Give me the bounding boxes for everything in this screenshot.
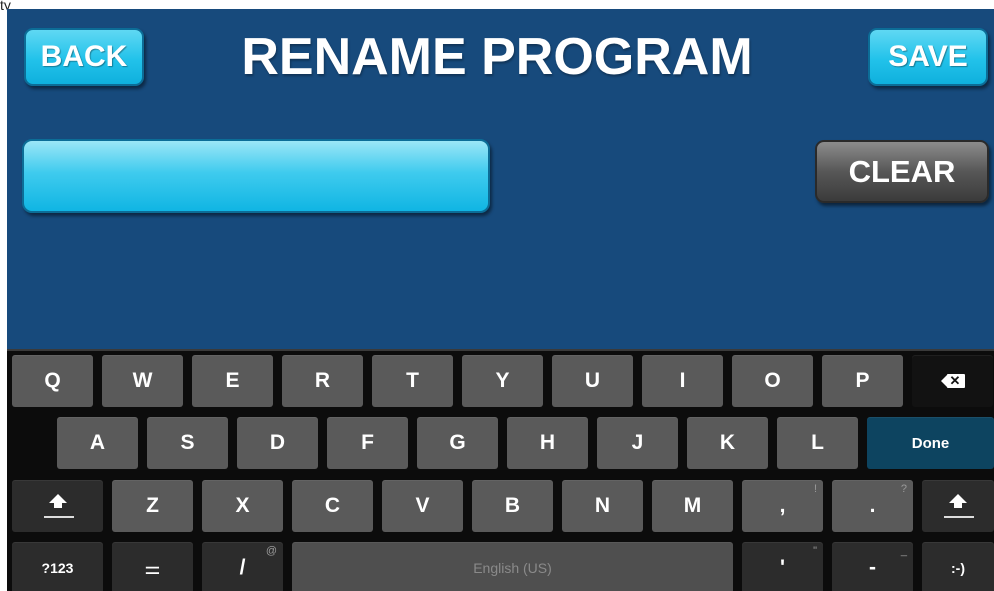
key-x[interactable]: X	[202, 480, 283, 532]
key-g[interactable]: G	[417, 417, 498, 469]
key-y[interactable]: Y	[462, 355, 543, 407]
key-t[interactable]: T	[372, 355, 453, 407]
key-r[interactable]: R	[282, 355, 363, 407]
symbols-key[interactable]: ?123	[12, 542, 103, 591]
clear-button[interactable]: CLEAR	[815, 140, 989, 203]
slash-hint: @	[265, 545, 277, 557]
key-d[interactable]: D	[237, 417, 318, 469]
period-label: .	[869, 494, 876, 517]
backspace-key[interactable]: ✕	[912, 355, 993, 407]
space-key[interactable]: English (US)	[292, 542, 733, 591]
period-hint: ?	[900, 483, 907, 495]
key-h[interactable]: H	[507, 417, 588, 469]
key-p[interactable]: P	[822, 355, 903, 407]
shift-icon	[43, 492, 74, 520]
key-e[interactable]: E	[192, 355, 273, 407]
key-w[interactable]: W	[102, 355, 183, 407]
key-s[interactable]: S	[147, 417, 228, 469]
smiley-key[interactable]: :-)	[922, 542, 994, 591]
comma-hint: !	[813, 483, 817, 495]
key-q[interactable]: Q	[12, 355, 93, 407]
page-title: RENAME PROGRAM	[241, 28, 753, 86]
shift-key-left[interactable]	[12, 480, 103, 532]
save-button[interactable]: SAVE	[868, 28, 988, 86]
key-i[interactable]: I	[642, 355, 723, 407]
key-l[interactable]: L	[777, 417, 858, 469]
shift-icon	[944, 492, 974, 520]
key-v[interactable]: V	[382, 480, 463, 532]
program-name-input[interactable]	[22, 139, 490, 213]
shift-key-right[interactable]	[922, 480, 994, 532]
backspace-icon: ✕	[940, 373, 965, 388]
key-period[interactable]: . ?	[832, 480, 913, 532]
key-j[interactable]: J	[597, 417, 678, 469]
key-slash[interactable]: / @	[202, 542, 283, 591]
slash-label: /	[239, 556, 246, 579]
dash-hint: _	[900, 545, 907, 557]
comma-label: ,	[779, 494, 786, 517]
key-u[interactable]: U	[552, 355, 633, 407]
key-b[interactable]: B	[472, 480, 553, 532]
done-key[interactable]: Done	[867, 417, 994, 469]
apostrophe-hint: "	[813, 545, 817, 557]
key-f[interactable]: F	[327, 417, 408, 469]
key-o[interactable]: O	[732, 355, 813, 407]
rename-program-screen: BACK RENAME PROGRAM SAVE CLEAR Q W E R T…	[7, 9, 994, 591]
back-button[interactable]: BACK	[24, 28, 144, 86]
key-a[interactable]: A	[57, 417, 138, 469]
key-k[interactable]: K	[687, 417, 768, 469]
key-apostrophe[interactable]: ' "	[742, 542, 823, 591]
key-comma[interactable]: , !	[742, 480, 823, 532]
onscreen-keyboard: Q W E R T Y U I O P ✕ A S D F G H J K L …	[7, 349, 994, 591]
dash-label: -	[869, 556, 876, 579]
settings-key[interactable]: ⚌	[112, 542, 193, 591]
settings-icon: ⚌	[144, 557, 161, 578]
key-z[interactable]: Z	[112, 480, 193, 532]
apostrophe-label: '	[780, 556, 785, 579]
key-dash[interactable]: - _	[832, 542, 913, 591]
key-m[interactable]: M	[652, 480, 733, 532]
key-c[interactable]: C	[292, 480, 373, 532]
key-n[interactable]: N	[562, 480, 643, 532]
